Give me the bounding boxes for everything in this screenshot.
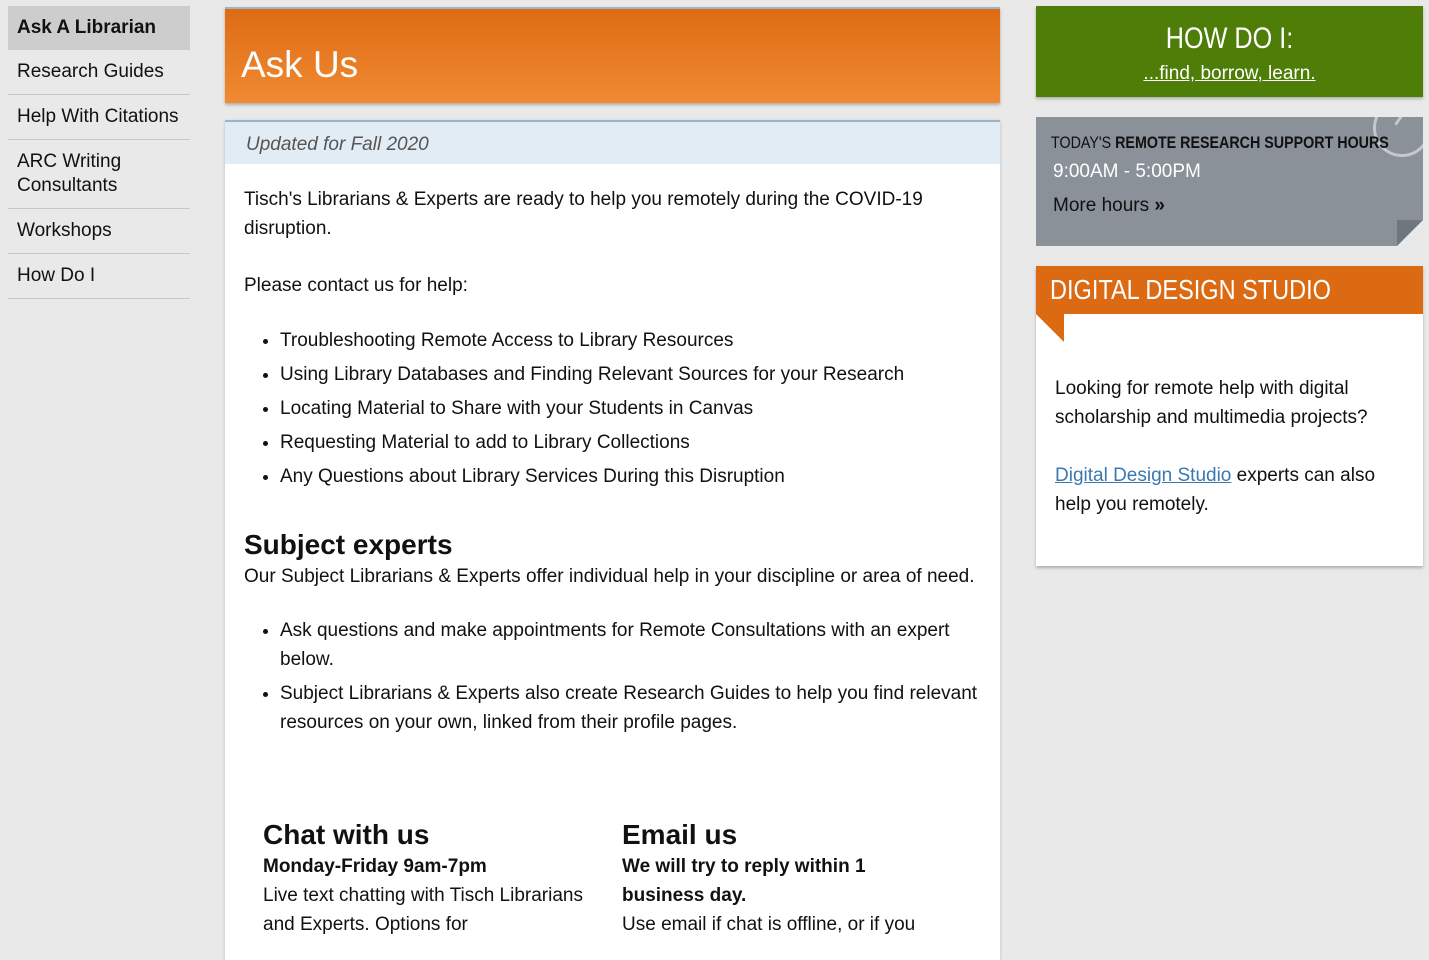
list-item: Any Questions about Library Services Dur… xyxy=(280,460,981,494)
dds-link[interactable]: Digital Design Studio xyxy=(1055,465,1231,486)
research-hours-box: TODAY'S REMOTE RESEARCH SUPPORT HOURS 9:… xyxy=(1036,117,1423,246)
how-do-i-title: HOW DO I: xyxy=(1165,22,1294,55)
email-heading: Email us xyxy=(622,819,738,850)
subject-intro: Our Subject Librarians & Experts offer i… xyxy=(244,566,975,587)
chat-description: Live text chatting with Tisch Librarians… xyxy=(263,885,583,935)
hours-label: TODAY'S REMOTE RESEARCH SUPPORT HOURS xyxy=(1051,133,1389,153)
nav-item-workshops[interactable]: Workshops xyxy=(8,209,190,254)
nav-item-ask-a-librarian[interactable]: Ask A Librarian xyxy=(8,6,190,50)
email-section: Email us We will try to reply within 1 b… xyxy=(622,818,952,939)
right-sidebar: HOW DO I: ...find, borrow, learn. TODAY'… xyxy=(1036,6,1423,566)
more-hours-link[interactable]: More hours » xyxy=(1053,195,1165,217)
intro-paragraph: Tisch's Librarians & Experts are ready t… xyxy=(244,189,923,239)
dds-text-2: Digital Design Studio experts can also h… xyxy=(1055,461,1405,519)
digital-design-studio-box: DIGITAL DESIGN STUDIO Looking for remote… xyxy=(1036,266,1423,566)
page-title: Ask Us xyxy=(241,44,359,85)
nav-item-research-guides[interactable]: Research Guides xyxy=(8,50,190,95)
chat-hours: Monday-Friday 9am-7pm xyxy=(263,856,487,877)
dds-text-1: Looking for remote help with digital sch… xyxy=(1055,378,1368,428)
how-do-i-box: HOW DO I: ...find, borrow, learn. xyxy=(1036,6,1423,97)
page-fold-icon xyxy=(1397,220,1423,246)
contact-paragraph: Please contact us for help: xyxy=(244,275,468,296)
nav-item-how-do-i[interactable]: How Do I xyxy=(8,254,190,299)
nav-item-arc-writing-consultants[interactable]: ARC Writing Consultants xyxy=(8,140,190,209)
chat-heading: Chat with us xyxy=(263,819,430,850)
list-item: Ask questions and make appointments for … xyxy=(280,616,981,674)
list-item: Troubleshooting Remote Access to Library… xyxy=(280,324,981,358)
list-item: Locating Material to Share with your Stu… xyxy=(280,392,981,426)
hours-label-bold: REMOTE RESEARCH SUPPORT HOURS xyxy=(1115,133,1389,152)
list-item: Using Library Databases and Finding Rele… xyxy=(280,358,981,392)
double-chevron-right-icon: » xyxy=(1149,195,1165,216)
list-item: Requesting Material to add to Library Co… xyxy=(280,426,981,460)
hours-label-prefix: TODAY'S xyxy=(1051,133,1116,152)
content-panel: Updated for Fall 2020 Tisch's Librarians… xyxy=(225,120,1000,960)
updated-note: Updated for Fall 2020 xyxy=(225,122,1000,164)
more-hours-label: More hours xyxy=(1053,195,1150,216)
email-description: Use email if chat is offline, or if you xyxy=(622,914,916,935)
content-body: Tisch's Librarians & Experts are ready t… xyxy=(225,185,1000,737)
page-header: Ask Us xyxy=(225,7,1000,103)
list-item: Subject Librarians & Experts also create… xyxy=(280,679,981,737)
subject-experts-list: Ask questions and make appointments for … xyxy=(244,616,981,737)
nav-item-help-with-citations[interactable]: Help With Citations xyxy=(8,95,190,140)
hours-time: 9:00AM - 5:00PM xyxy=(1053,161,1201,182)
dds-header: DIGITAL DESIGN STUDIO xyxy=(1036,266,1423,342)
chat-section: Chat with us Monday-Friday 9am-7pm Live … xyxy=(263,818,593,939)
email-reply-note: We will try to reply within 1 business d… xyxy=(622,856,866,906)
subject-experts-heading: Subject experts xyxy=(244,529,453,560)
how-do-i-link[interactable]: ...find, borrow, learn. xyxy=(1143,63,1315,85)
dds-body: Looking for remote help with digital sch… xyxy=(1055,374,1405,519)
main-column: Ask Us Updated for Fall 2020 Tisch's Lib… xyxy=(225,7,1000,960)
help-topics-list: Troubleshooting Remote Access to Library… xyxy=(244,324,981,494)
side-navigation: Ask A Librarian Research Guides Help Wit… xyxy=(8,6,190,299)
dds-title: DIGITAL DESIGN STUDIO xyxy=(1050,274,1331,305)
